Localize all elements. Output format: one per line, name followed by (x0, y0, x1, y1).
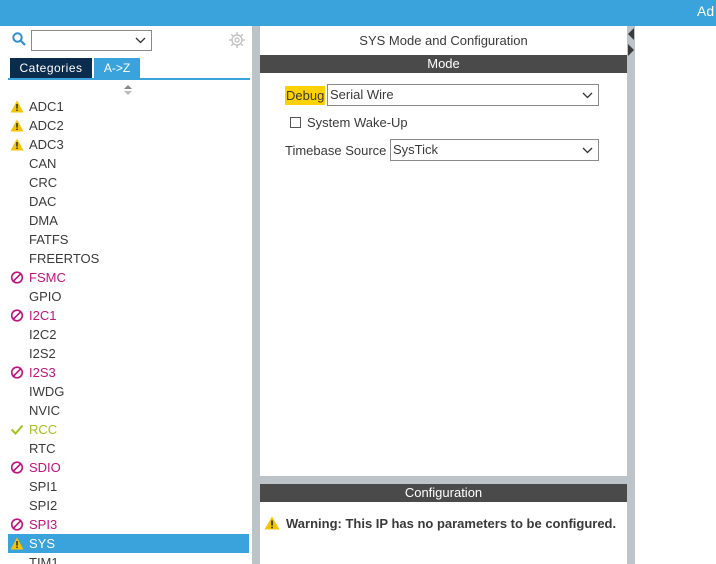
ip-list-item-label: FATFS (29, 232, 69, 247)
ip-list: ADC1 ADC2 ADC3 CAN CRC DAC DMA FATFS FREERTOS FSM… (0, 97, 252, 564)
blocked-icon (10, 271, 24, 284)
panel-title: SYS Mode and Configuration (359, 33, 528, 48)
debug-select-value: Serial Wire (330, 87, 394, 102)
ip-list-item[interactable]: TIM1 (0, 553, 252, 564)
ip-list-item-label: DMA (29, 213, 58, 228)
ip-list-item-label: FSMC (29, 270, 66, 285)
wakeup-label[interactable]: System Wake-Up (307, 114, 408, 131)
ip-list-item[interactable]: RTC (0, 439, 252, 458)
blocked-icon (10, 518, 24, 531)
ip-list-panel: Categories A->Z ADC1 ADC2 ADC3 CAN CRC DAC DMA… (0, 26, 252, 564)
sort-icon[interactable] (123, 84, 133, 96)
blocked-icon (10, 461, 24, 474)
chevron-down-icon (135, 37, 146, 44)
warning-icon (10, 537, 24, 550)
ip-list-item-label: DAC (29, 194, 57, 209)
ip-list-item-label: FREERTOS (29, 251, 100, 266)
ip-list-item-label: RCC (29, 422, 58, 437)
left-splitter[interactable] (252, 26, 260, 564)
ip-list-item[interactable]: CAN (0, 154, 252, 173)
ip-list-item[interactable]: I2S3 (0, 363, 252, 382)
ip-list-item[interactable]: I2C2 (0, 325, 252, 344)
top-bar-text: Ad (697, 3, 715, 19)
ip-list-item-label: RTC (29, 441, 56, 456)
ip-list-item-label: SPI1 (29, 479, 58, 494)
ip-list-item-label: I2C2 (29, 327, 57, 342)
ip-list-item[interactable]: FREERTOS (0, 249, 252, 268)
ip-list-item[interactable]: SDIO (0, 458, 252, 477)
ip-list-item[interactable]: SPI1 (0, 477, 252, 496)
ip-list-item[interactable]: SPI2 (0, 496, 252, 515)
debug-select[interactable]: Serial Wire (327, 84, 599, 106)
chevron-down-icon (582, 147, 593, 154)
search-combo[interactable] (31, 30, 152, 51)
ip-list-item[interactable]: NVIC (0, 401, 252, 420)
ip-list-item[interactable]: FSMC (0, 268, 252, 287)
ip-list-item[interactable]: SPI3 (0, 515, 252, 534)
mode-header: Mode (260, 55, 627, 73)
warning-icon (10, 119, 24, 132)
ip-list-item-label: GPIO (29, 289, 62, 304)
ip-list-item-label: I2S2 (29, 346, 56, 361)
wakeup-checkbox[interactable] (290, 117, 301, 128)
ip-list-item-label: ADC3 (29, 137, 64, 152)
blocked-icon (10, 366, 24, 379)
ip-list-item-label: SYS (29, 536, 56, 551)
warning-message: Warning: This IP has no parameters to be… (286, 516, 617, 531)
ip-list-item[interactable]: DMA (0, 211, 252, 230)
ip-list-item-label: SPI2 (29, 498, 58, 513)
ip-list-item[interactable]: CRC (0, 173, 252, 192)
ip-list-item[interactable]: ADC3 (0, 135, 252, 154)
ip-list-item[interactable]: ADC1 (0, 97, 252, 116)
ip-list-item[interactable]: RCC (0, 420, 252, 439)
tab-underline (8, 78, 250, 80)
warning-icon (10, 100, 24, 113)
ip-list-item-label: I2S3 (29, 365, 56, 380)
ip-list-item-label: NVIC (29, 403, 61, 418)
ip-list-item-label: ADC1 (29, 99, 64, 114)
ip-list-item-label: CRC (29, 175, 58, 190)
top-bar: Ad (0, 0, 716, 26)
ip-list-item[interactable]: FATFS (0, 230, 252, 249)
right-splitter[interactable] (627, 26, 635, 564)
chevron-down-icon (582, 92, 593, 99)
ip-list-item-label: IWDG (29, 384, 65, 399)
debug-label: Debug (285, 86, 326, 105)
tab-a-z[interactable]: A->Z (94, 58, 140, 78)
search-icon[interactable] (12, 32, 26, 46)
collapse-arrows-icon[interactable] (627, 26, 635, 60)
warning-icon (10, 138, 24, 151)
tab-categories[interactable]: Categories (10, 58, 92, 78)
gear-icon[interactable] (228, 31, 246, 49)
timebase-select-value: SysTick (393, 142, 439, 157)
timebase-label: Timebase Source (285, 143, 387, 158)
timebase-select[interactable]: SysTick (390, 139, 599, 161)
panel-divider[interactable] (260, 476, 627, 484)
warning-icon (264, 516, 280, 530)
ip-list-item[interactable]: IWDG (0, 382, 252, 401)
sys-config-panel: SYS Mode and Configuration Mode Debug Se… (260, 26, 627, 564)
check-icon (10, 424, 24, 435)
ip-list-item[interactable]: SYS (8, 534, 249, 553)
ip-list-item-label: I2C1 (29, 308, 57, 323)
blocked-icon (10, 309, 24, 322)
ip-list-item[interactable]: I2C1 (0, 306, 252, 325)
ip-list-item-label: ADC2 (29, 118, 64, 133)
ip-list-item[interactable]: DAC (0, 192, 252, 211)
configuration-header: Configuration (260, 484, 627, 502)
ip-list-item-label: SDIO (29, 460, 61, 475)
ip-list-item[interactable]: I2S2 (0, 344, 252, 363)
ip-list-item-label: SPI3 (29, 517, 58, 532)
ip-list-item[interactable]: GPIO (0, 287, 252, 306)
ip-list-item-label: TIM1 (29, 555, 59, 564)
ip-list-item[interactable]: ADC2 (0, 116, 252, 135)
ip-list-item-label: CAN (29, 156, 57, 171)
